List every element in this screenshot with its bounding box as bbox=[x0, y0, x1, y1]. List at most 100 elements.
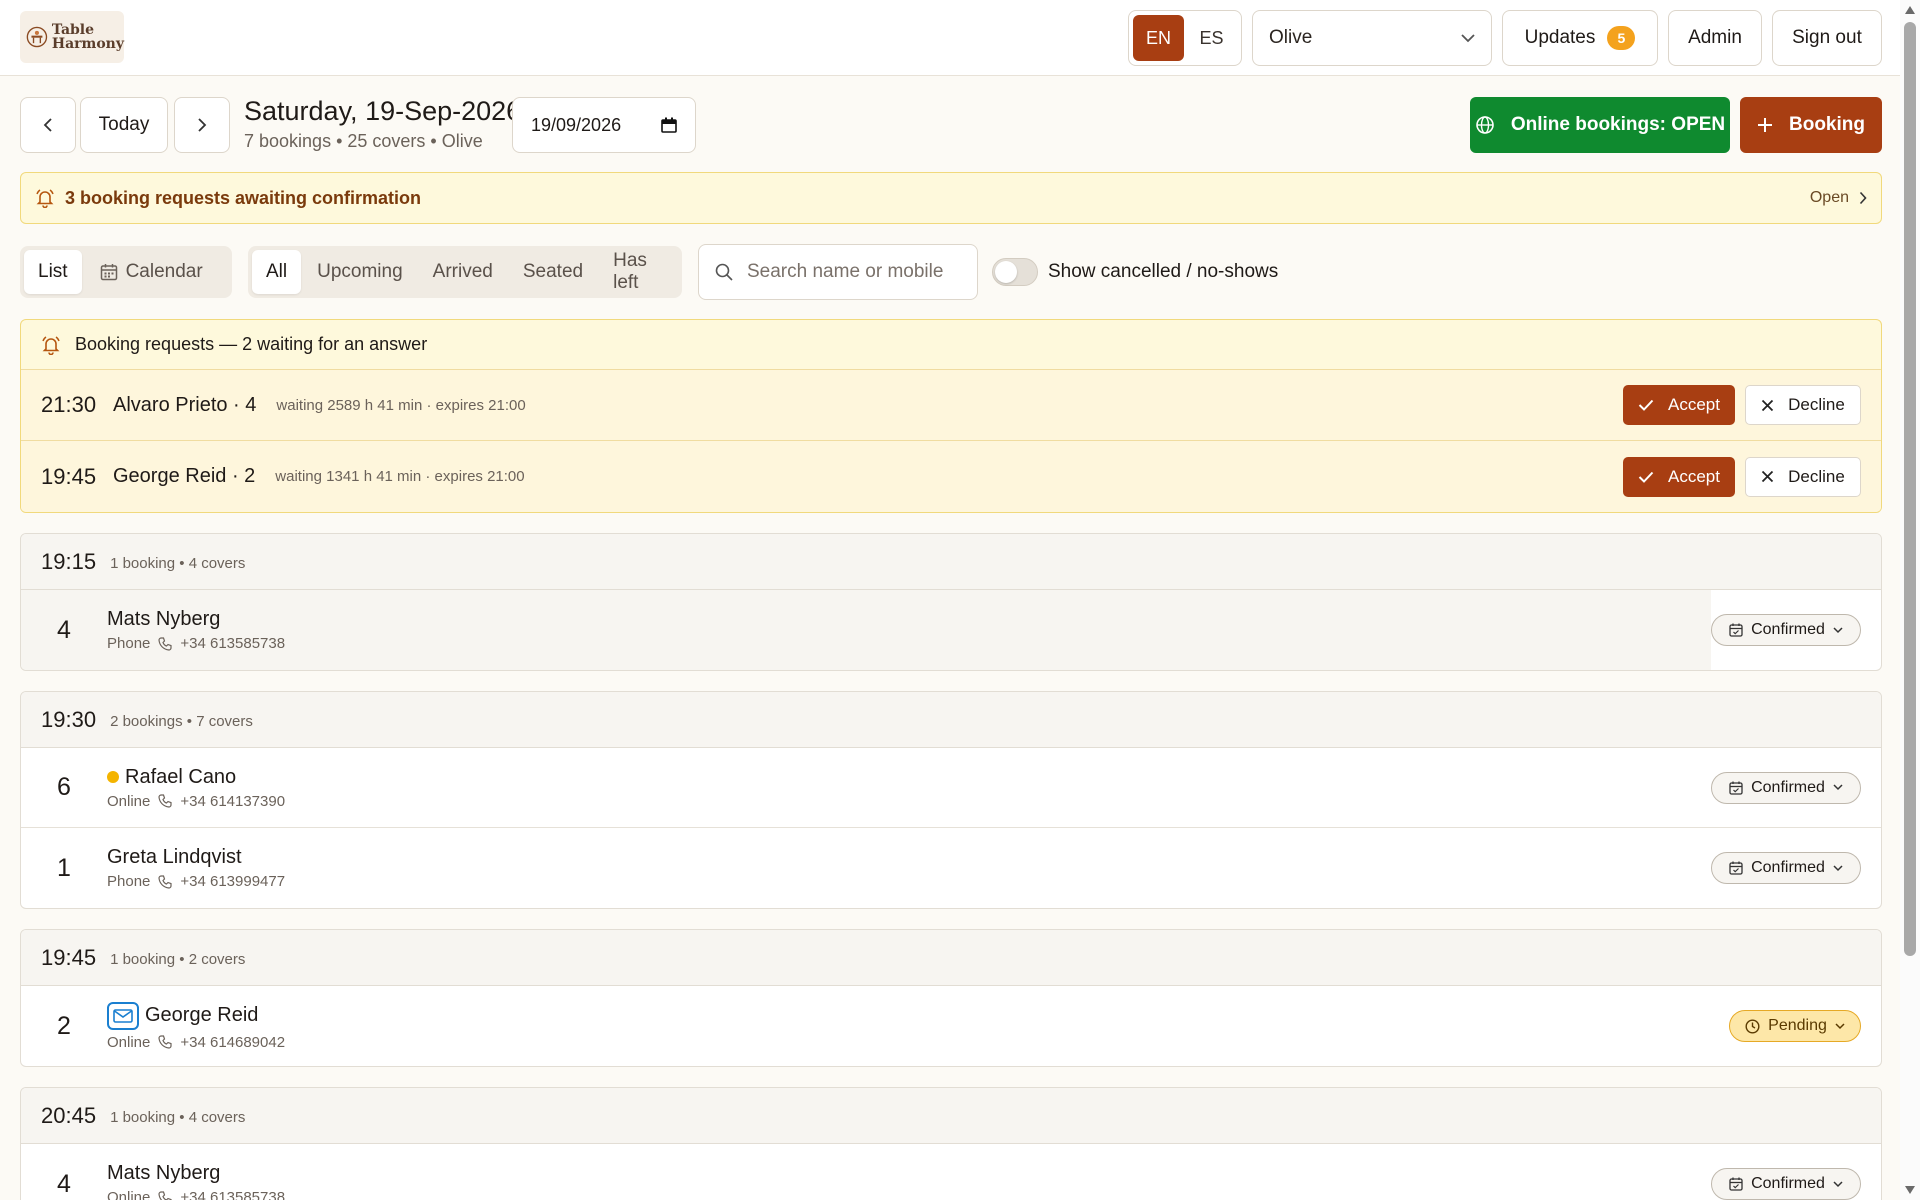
time-slot-time: 19:45 bbox=[41, 944, 97, 970]
scroll-down-arrow-icon[interactable] bbox=[1905, 1186, 1915, 1194]
chevron-down-icon bbox=[1461, 34, 1475, 43]
time-slot-time: 19:15 bbox=[41, 548, 97, 574]
guest-phone: +34 614689042 bbox=[180, 1033, 286, 1051]
accept-request-button[interactable]: Accept bbox=[1623, 385, 1735, 425]
filter-all-tab[interactable]: All bbox=[252, 250, 302, 294]
online-bookings-toggle-button[interactable]: Online bookings: OPEN bbox=[1470, 97, 1730, 153]
view-calendar-tab[interactable]: Calendar bbox=[86, 250, 217, 294]
calendar-check-icon bbox=[1729, 623, 1743, 637]
request-time: 19:45 bbox=[41, 463, 97, 489]
admin-button[interactable]: Admin bbox=[1668, 10, 1762, 66]
chevron-down-icon bbox=[1833, 864, 1843, 871]
date-picker-input[interactable]: 19/09/2026 bbox=[512, 97, 696, 153]
calendar-check-icon bbox=[1729, 861, 1743, 875]
time-slot-header: 19:30 2 bookings • 7 covers bbox=[21, 692, 1881, 748]
view-calendar-label: Calendar bbox=[125, 261, 203, 282]
search-icon bbox=[715, 263, 733, 281]
time-slot-summary: 1 booking • 4 covers bbox=[110, 1109, 246, 1126]
booking-covers: 6 bbox=[57, 773, 71, 801]
time-slot-time: 19:30 bbox=[41, 706, 97, 732]
filter-has-left-tab[interactable]: Has left bbox=[599, 250, 678, 294]
guest-phone: +34 613585738 bbox=[180, 635, 286, 652]
open-requests-link[interactable]: Open bbox=[1810, 189, 1867, 207]
logo-text-line1: Table bbox=[51, 22, 95, 38]
calendar-check-icon bbox=[1729, 1177, 1743, 1191]
guest-name: Greta Lindqvist bbox=[107, 846, 242, 868]
booking-row[interactable]: 6 Rafael Cano Online +34 614137390 Confi… bbox=[21, 748, 1881, 828]
booking-source: Phone bbox=[107, 635, 151, 652]
updates-button[interactable]: Updates 5 bbox=[1502, 10, 1658, 66]
time-slot-header: 19:45 1 booking • 2 covers bbox=[21, 930, 1881, 986]
booking-row[interactable]: 4 Mats Nyberg Phone +34 613585738 Confir… bbox=[21, 590, 1881, 670]
app-logo[interactable]: Table Harmony bbox=[20, 11, 124, 63]
accept-label: Accept bbox=[1668, 466, 1720, 486]
booking-requests-panel: Booking requests — 2 waiting for an answ… bbox=[20, 319, 1882, 513]
next-day-button[interactable] bbox=[174, 97, 230, 153]
mail-icon[interactable] bbox=[107, 1001, 139, 1030]
bell-ringing-icon bbox=[36, 189, 54, 208]
time-slot-group: 20:45 1 booking • 4 covers 4 Mats Nyberg… bbox=[20, 1087, 1882, 1200]
booking-row[interactable]: 1 Greta Lindqvist Phone +34 613999477 Co… bbox=[21, 828, 1881, 908]
scroll-up-arrow-icon[interactable] bbox=[1905, 6, 1915, 14]
online-bookings-label: Online bookings: OPEN bbox=[1510, 114, 1726, 135]
booking-row[interactable]: 4 Mats Nyberg Online +34 613585738 Confi… bbox=[21, 1144, 1881, 1200]
phone-icon bbox=[158, 794, 172, 808]
booking-covers: 4 bbox=[57, 1169, 71, 1198]
booking-row[interactable]: 2 George Reid Online +34 614689042 Pendi… bbox=[21, 986, 1881, 1066]
lang-es-button[interactable]: ES bbox=[1186, 15, 1237, 61]
filter-seated-tab[interactable]: Seated bbox=[509, 250, 597, 294]
booking-status-dropdown[interactable]: Confirmed bbox=[1711, 1168, 1861, 1200]
clock-icon bbox=[1745, 1018, 1760, 1034]
previous-day-button[interactable] bbox=[20, 97, 76, 153]
calendar-icon[interactable] bbox=[661, 117, 677, 133]
booking-requests-heading: Booking requests — 2 waiting for an answ… bbox=[75, 334, 428, 354]
time-slot-summary: 1 booking • 4 covers bbox=[110, 555, 246, 572]
top-bar: Table Harmony EN ES Olive Updates 5 Admi… bbox=[0, 0, 1900, 76]
booking-status-dropdown[interactable]: Pending bbox=[1729, 1010, 1861, 1042]
time-slot-group: 19:30 2 bookings • 7 covers 6 Rafael Can… bbox=[20, 691, 1882, 909]
time-slot-group: 19:45 1 booking • 2 covers 2 George Reid… bbox=[20, 929, 1882, 1067]
guest-note-indicator-dot bbox=[107, 771, 119, 783]
chevron-left-icon bbox=[43, 118, 52, 132]
request-wait-info: waiting 2589 h 41 min · expires 21:00 bbox=[276, 396, 526, 414]
chevron-down-icon bbox=[1833, 784, 1843, 791]
scrollbar-thumb[interactable] bbox=[1904, 22, 1916, 956]
chevron-right-icon bbox=[1859, 191, 1867, 205]
chevron-down-icon bbox=[1835, 1022, 1845, 1029]
calendar-icon bbox=[100, 264, 117, 281]
bell-ringing-icon bbox=[42, 335, 60, 355]
updates-count-badge: 5 bbox=[1607, 26, 1636, 50]
phone-icon bbox=[158, 874, 172, 889]
request-guest-name: Alvaro Prieto · 4 bbox=[113, 393, 257, 416]
lang-en-button[interactable]: EN bbox=[1133, 15, 1184, 61]
page-scrollbar[interactable] bbox=[1900, 0, 1920, 1200]
decline-request-button[interactable]: Decline bbox=[1745, 456, 1861, 497]
filter-upcoming-tab[interactable]: Upcoming bbox=[303, 250, 417, 294]
status-filter-tabs: All Upcoming Arrived Seated Has left bbox=[248, 246, 682, 298]
updates-label: Updates bbox=[1524, 27, 1596, 48]
venue-select-value: Olive bbox=[1269, 27, 1313, 48]
close-icon bbox=[1762, 470, 1774, 483]
booking-status-dropdown[interactable]: Confirmed bbox=[1711, 771, 1861, 804]
show-cancelled-toggle[interactable] bbox=[992, 258, 1038, 286]
booking-status-dropdown[interactable]: Confirmed bbox=[1711, 852, 1861, 884]
sign-out-button[interactable]: Sign out bbox=[1772, 10, 1882, 66]
venue-select[interactable]: Olive bbox=[1252, 10, 1492, 66]
view-list-tab[interactable]: List bbox=[24, 250, 82, 294]
booking-source: Phone bbox=[107, 873, 151, 890]
booking-source: Online bbox=[107, 792, 151, 810]
search-input[interactable] bbox=[747, 261, 957, 283]
guest-name: Mats Nyberg bbox=[107, 1162, 221, 1184]
accept-request-button[interactable]: Accept bbox=[1623, 456, 1735, 497]
today-button[interactable]: Today bbox=[80, 97, 168, 153]
check-icon bbox=[1638, 471, 1654, 483]
date-picker-value: 19/09/2026 bbox=[531, 114, 622, 135]
booking-status-dropdown[interactable]: Confirmed bbox=[1711, 614, 1861, 646]
logo-icon bbox=[26, 26, 48, 48]
phone-icon bbox=[158, 1190, 172, 1200]
new-booking-button[interactable]: Booking bbox=[1740, 97, 1882, 153]
decline-request-button[interactable]: Decline bbox=[1745, 385, 1861, 425]
booking-requests-header: Booking requests — 2 waiting for an answ… bbox=[21, 320, 1881, 370]
filter-arrived-tab[interactable]: Arrived bbox=[419, 250, 507, 294]
globe-icon bbox=[1476, 116, 1494, 134]
